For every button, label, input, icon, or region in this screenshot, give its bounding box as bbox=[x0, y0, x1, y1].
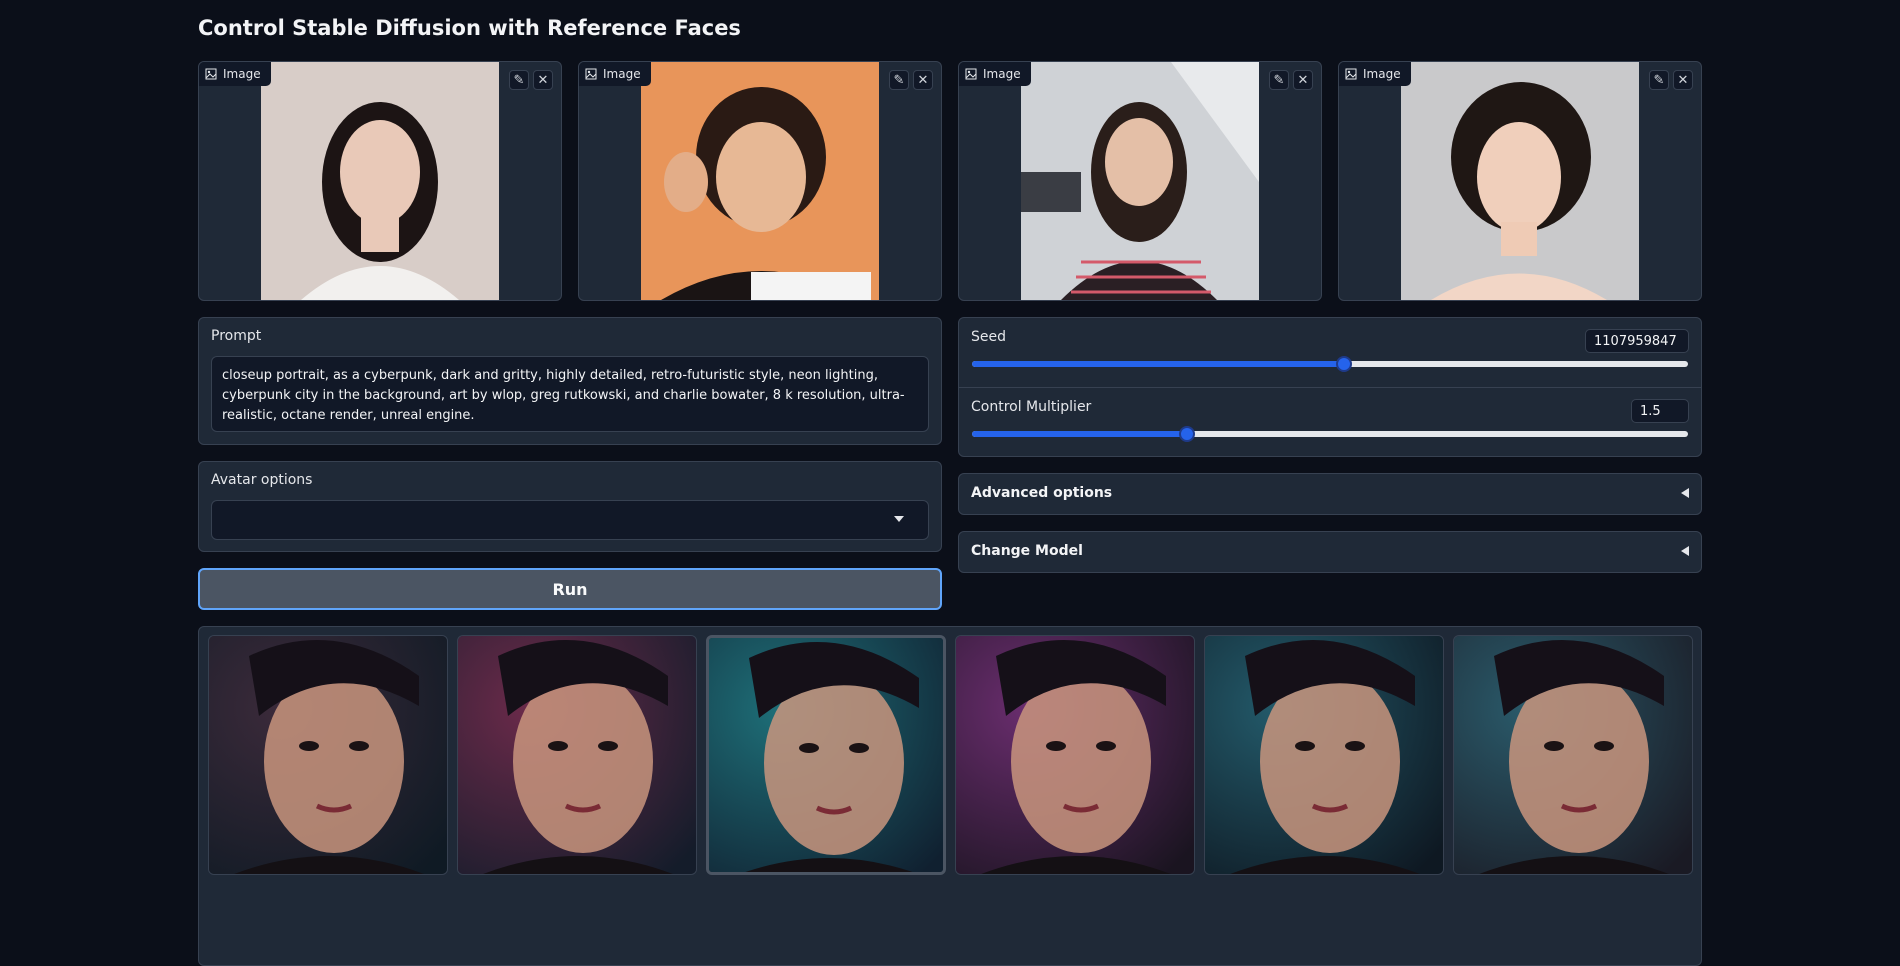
image-label: Image bbox=[1363, 67, 1401, 81]
generated-portrait bbox=[709, 638, 943, 872]
seed-slider[interactable] bbox=[972, 356, 1688, 372]
image-icon bbox=[1345, 68, 1357, 80]
image-input-4[interactable]: Image ✎ ✕ bbox=[1338, 61, 1702, 301]
change-model-accordion[interactable]: Change Model bbox=[958, 531, 1702, 573]
avatar-options-dropdown[interactable] bbox=[211, 500, 929, 540]
close-icon[interactable]: ✕ bbox=[1293, 70, 1313, 90]
control-multiplier-slider-fill bbox=[972, 431, 1187, 437]
pencil-icon[interactable]: ✎ bbox=[889, 70, 909, 90]
gallery-thumbnail[interactable] bbox=[1453, 635, 1693, 875]
image-icon bbox=[205, 68, 217, 80]
reference-photo-2 bbox=[641, 62, 879, 300]
image-label-tag: Image bbox=[199, 62, 271, 86]
reference-photo-4 bbox=[1401, 62, 1639, 300]
control-multiplier-number-input[interactable]: 1.5 bbox=[1631, 399, 1689, 423]
prompt-panel: Prompt closeup portrait, as a cyberpunk,… bbox=[198, 317, 942, 445]
reference-photo-3 bbox=[1021, 62, 1259, 300]
prompt-textarea[interactable]: closeup portrait, as a cyberpunk, dark a… bbox=[211, 356, 929, 432]
close-icon[interactable]: ✕ bbox=[533, 70, 553, 90]
gallery-thumbnail[interactable] bbox=[1204, 635, 1444, 875]
image-input-3[interactable]: Image ✎ ✕ bbox=[958, 61, 1322, 301]
gallery-thumbnail[interactable] bbox=[457, 635, 697, 875]
generated-portrait bbox=[1454, 636, 1692, 874]
seed-slider-fill bbox=[972, 361, 1345, 367]
prompt-label: Prompt bbox=[211, 328, 262, 344]
control-multiplier-label: Control Multiplier bbox=[971, 399, 1092, 415]
close-icon[interactable]: ✕ bbox=[913, 70, 933, 90]
image-input-2[interactable]: Image ✎ ✕ bbox=[578, 61, 942, 301]
seed-slider-thumb[interactable] bbox=[1336, 356, 1353, 372]
page-title: Control Stable Diffusion with Reference … bbox=[198, 16, 741, 40]
reference-photo-1 bbox=[261, 62, 499, 300]
advanced-options-label: Advanced options bbox=[971, 485, 1113, 501]
avatar-options-label: Avatar options bbox=[211, 472, 313, 488]
control-multiplier-slider-thumb[interactable] bbox=[1178, 426, 1195, 442]
avatar-options-panel: Avatar options bbox=[198, 461, 942, 552]
chevron-down-icon bbox=[894, 516, 904, 522]
image-input-1[interactable]: Image ✎ ✕ bbox=[198, 61, 562, 301]
generated-portrait bbox=[458, 636, 696, 874]
advanced-options-accordion[interactable]: Advanced options bbox=[958, 473, 1702, 515]
image-label: Image bbox=[223, 67, 261, 81]
control-multiplier-slider[interactable] bbox=[972, 426, 1688, 442]
sliders-panel: Seed 1107959847 Control Multiplier 1.5 bbox=[958, 317, 1702, 457]
caret-left-icon bbox=[1681, 488, 1689, 498]
pencil-icon[interactable]: ✎ bbox=[509, 70, 529, 90]
gallery-thumbnail[interactable] bbox=[706, 635, 946, 875]
gallery-thumbnail[interactable] bbox=[208, 635, 448, 875]
generated-portrait bbox=[956, 636, 1194, 874]
image-label-tag: Image bbox=[579, 62, 651, 86]
gallery-thumbnail[interactable] bbox=[955, 635, 1195, 875]
image-label-tag: Image bbox=[1339, 62, 1411, 86]
divider bbox=[959, 387, 1701, 388]
image-label-tag: Image bbox=[959, 62, 1031, 86]
pencil-icon[interactable]: ✎ bbox=[1649, 70, 1669, 90]
image-icon bbox=[965, 68, 977, 80]
image-label: Image bbox=[983, 67, 1021, 81]
generated-portrait bbox=[209, 636, 447, 874]
change-model-label: Change Model bbox=[971, 543, 1083, 559]
run-button[interactable]: Run bbox=[198, 568, 942, 610]
generated-portrait bbox=[1205, 636, 1443, 874]
caret-left-icon bbox=[1681, 546, 1689, 556]
close-icon[interactable]: ✕ bbox=[1673, 70, 1693, 90]
seed-label: Seed bbox=[971, 329, 1006, 345]
image-label: Image bbox=[603, 67, 641, 81]
seed-number-input[interactable]: 1107959847 bbox=[1585, 329, 1689, 353]
image-icon bbox=[585, 68, 597, 80]
pencil-icon[interactable]: ✎ bbox=[1269, 70, 1289, 90]
